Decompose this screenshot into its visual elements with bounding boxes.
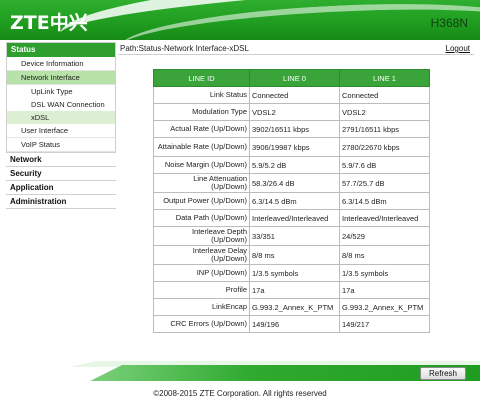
sidebar-item-voip-status[interactable]: VoIP Status <box>7 138 115 152</box>
row-label: Output Power (Up/Down) <box>153 192 250 210</box>
header-banner: ZTE中兴 H368N <box>0 0 480 40</box>
line0-value: 1/3.5 symbols <box>249 264 340 282</box>
table-row: INP (Up/Down) 1/3.5 symbols 1/3.5 symbol… <box>153 264 430 282</box>
sidebar-item-user-interface[interactable]: User Interface <box>7 124 115 138</box>
table-row: Noise Margin (Up/Down) 5.9/5.2 dB 5.9/7.… <box>153 156 430 174</box>
line1-value: 24/529 <box>339 226 430 246</box>
line0-value: 6.3/14.5 dBm <box>249 192 340 210</box>
breadcrumb-path: Path:Status-Network Interface-xDSL <box>120 44 249 53</box>
table-row: Modulation Type VDSL2 VDSL2 <box>153 103 430 121</box>
xdsl-status-table: LINE ID LINE 0 LINE 1 Link Status Connec… <box>153 69 430 333</box>
row-label: LinkEncap <box>153 298 250 316</box>
footer-swoosh <box>0 361 480 383</box>
breadcrumb: Path:Status-Network Interface-xDSL Logou… <box>118 42 474 55</box>
sidebar-item-uplink-type[interactable]: UpLink Type <box>7 85 115 98</box>
table-header-row: LINE ID LINE 0 LINE 1 <box>153 69 430 87</box>
row-label: Interleave Delay (Up/Down) <box>153 245 250 265</box>
sidebar-item-administration[interactable]: Administration <box>6 195 116 209</box>
line0-value: 58.3/26.4 dB <box>249 173 340 193</box>
line0-value: 3906/19987 kbps <box>249 137 340 157</box>
table-row: Interleave Delay (Up/Down) 8/8 ms 8/8 ms <box>153 245 430 265</box>
line0-value: 17a <box>249 281 340 299</box>
line1-value: 2780/22670 kbps <box>339 137 430 157</box>
logout-link[interactable]: Logout <box>446 42 470 55</box>
row-label: Noise Margin (Up/Down) <box>153 156 250 174</box>
table-row: Profile 17a 17a <box>153 281 430 299</box>
row-label: CRC Errors (Up/Down) <box>153 315 250 333</box>
table-row: Actual Rate (Up/Down) 3902/16511 kbps 27… <box>153 120 430 138</box>
row-label: Link Status <box>153 86 250 104</box>
line0-value: G.993.2_Annex_K_PTM <box>249 298 340 316</box>
line0-value: 149/196 <box>249 315 340 333</box>
line1-value: 57.7/25.7 dB <box>339 173 430 193</box>
table-row: Interleave Depth (Up/Down) 33/351 24/529 <box>153 226 430 246</box>
line0-value: 3902/16511 kbps <box>249 120 340 138</box>
table-row: CRC Errors (Up/Down) 149/196 149/217 <box>153 315 430 333</box>
table-row: Attainable Rate (Up/Down) 3906/19987 kbp… <box>153 137 430 157</box>
line0-value: 8/8 ms <box>249 245 340 265</box>
row-label: Interleave Depth (Up/Down) <box>153 226 250 246</box>
sidebar: Status Device Information Network Interf… <box>6 42 116 209</box>
sidebar-item-status[interactable]: Status <box>7 43 115 57</box>
row-label: Data Path (Up/Down) <box>153 209 250 227</box>
line0-value: Interleaved/Interleaved <box>249 209 340 227</box>
table-row: Line Attenuation (Up/Down) 58.3/26.4 dB … <box>153 173 430 193</box>
sidebar-item-security[interactable]: Security <box>6 167 116 181</box>
row-label: Line Attenuation (Up/Down) <box>153 173 250 193</box>
refresh-button[interactable]: Refresh <box>420 367 466 380</box>
row-label: INP (Up/Down) <box>153 264 250 282</box>
sidebar-item-xdsl[interactable]: xDSL <box>7 111 115 124</box>
zte-logo: ZTE中兴 <box>10 12 88 34</box>
table-row: Data Path (Up/Down) Interleaved/Interlea… <box>153 209 430 227</box>
line0-value: Connected <box>249 86 340 104</box>
line1-value: 6.3/14.5 dBm <box>339 192 430 210</box>
line0-value: 5.9/5.2 dB <box>249 156 340 174</box>
row-label: Profile <box>153 281 250 299</box>
line0-value: 33/351 <box>249 226 340 246</box>
copyright-text: ©2008-2015 ZTE Corporation. All rights r… <box>153 389 327 398</box>
row-label: Actual Rate (Up/Down) <box>153 120 250 138</box>
line1-value: 1/3.5 symbols <box>339 264 430 282</box>
table-row: Link Status Connected Connected <box>153 86 430 104</box>
row-label: Modulation Type <box>153 103 250 121</box>
sidebar-item-network[interactable]: Network <box>6 153 116 167</box>
table-row: Output Power (Up/Down) 6.3/14.5 dBm 6.3/… <box>153 192 430 210</box>
sidebar-item-application[interactable]: Application <box>6 181 116 195</box>
column-header-line-0: LINE 0 <box>249 69 340 87</box>
table-row: LinkEncap G.993.2_Annex_K_PTM G.993.2_An… <box>153 298 430 316</box>
line0-value: VDSL2 <box>249 103 340 121</box>
column-header-line-id: LINE ID <box>153 69 250 87</box>
row-label: Attainable Rate (Up/Down) <box>153 137 250 157</box>
sidebar-item-network-interface[interactable]: Network Interface <box>7 71 115 85</box>
line1-value: Connected <box>339 86 430 104</box>
sidebar-item-device-information[interactable]: Device Information <box>7 57 115 71</box>
line1-value: 5.9/7.6 dB <box>339 156 430 174</box>
line1-value: G.993.2_Annex_K_PTM <box>339 298 430 316</box>
line1-value: 2791/16511 kbps <box>339 120 430 138</box>
line1-value: 8/8 ms <box>339 245 430 265</box>
sidebar-group-status: Status Device Information Network Interf… <box>6 42 116 153</box>
device-model: H368N <box>430 16 468 30</box>
line1-value: VDSL2 <box>339 103 430 121</box>
line1-value: Interleaved/Interleaved <box>339 209 430 227</box>
sidebar-item-dsl-wan-connection[interactable]: DSL WAN Connection <box>7 98 115 111</box>
line1-value: 149/217 <box>339 315 430 333</box>
line1-value: 17a <box>339 281 430 299</box>
column-header-line-1: LINE 1 <box>339 69 430 87</box>
